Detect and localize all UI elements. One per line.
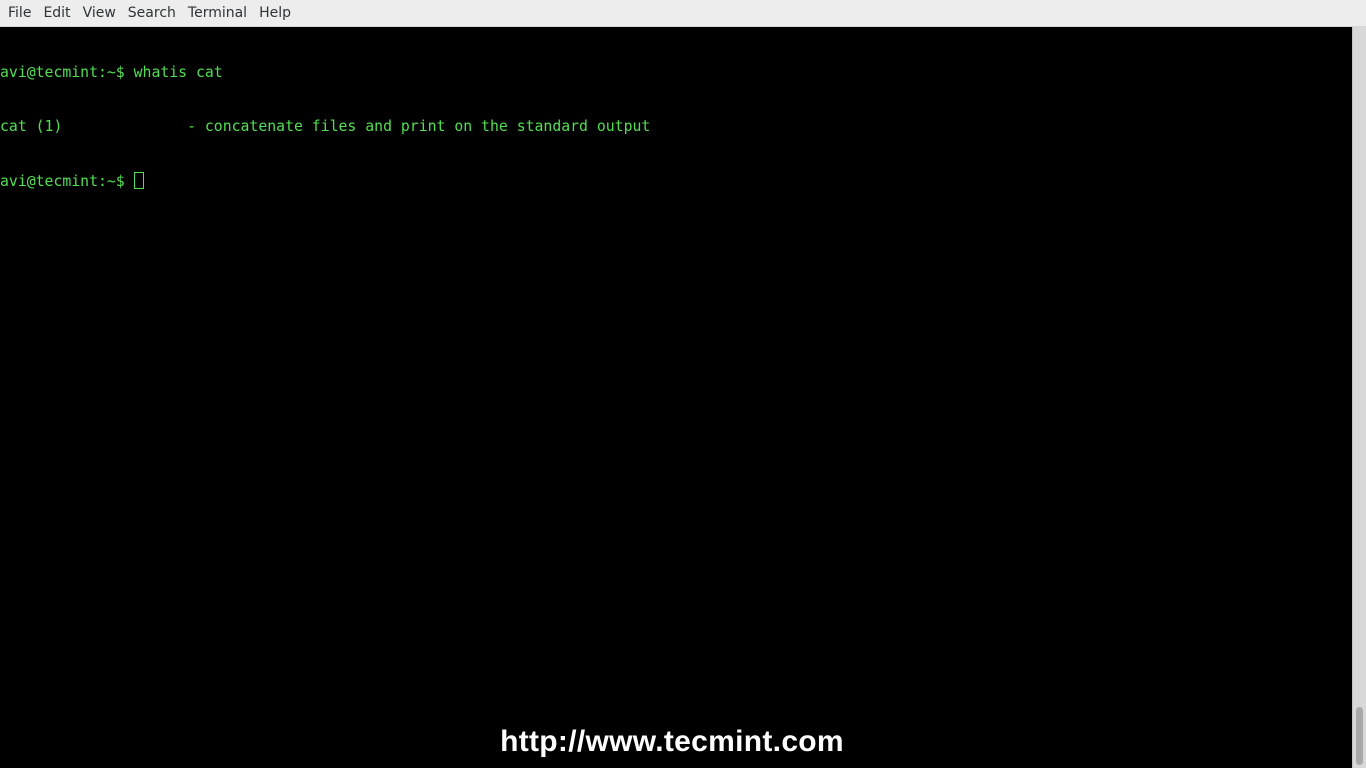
menu-edit[interactable]: Edit: [37, 0, 76, 27]
menu-search[interactable]: Search: [122, 0, 182, 27]
terminal-line-command: avi@tecmint:~$ whatis cat: [0, 64, 223, 81]
menu-help[interactable]: Help: [253, 0, 297, 27]
menu-bar: File Edit View Search Terminal Help: [0, 0, 1366, 27]
watermark: http://www.tecmint.com: [500, 725, 844, 758]
terminal-prompt: avi@tecmint:~$: [0, 173, 134, 190]
terminal-window: File Edit View Search Terminal Help avi@…: [0, 0, 1366, 768]
menu-file[interactable]: File: [2, 0, 37, 27]
terminal-line-output: cat (1) - concatenate files and print on…: [0, 118, 651, 135]
text-cursor: [133, 172, 144, 189]
vertical-scrollbar[interactable]: [1352, 27, 1366, 768]
terminal-prompt-line[interactable]: avi@tecmint:~$: [0, 172, 1352, 190]
scrollbar-thumb[interactable]: [1356, 707, 1363, 765]
menu-terminal[interactable]: Terminal: [182, 0, 253, 27]
terminal-output[interactable]: avi@tecmint:~$ whatis cat cat (1) - conc…: [0, 27, 1352, 768]
menu-view[interactable]: View: [77, 0, 122, 27]
